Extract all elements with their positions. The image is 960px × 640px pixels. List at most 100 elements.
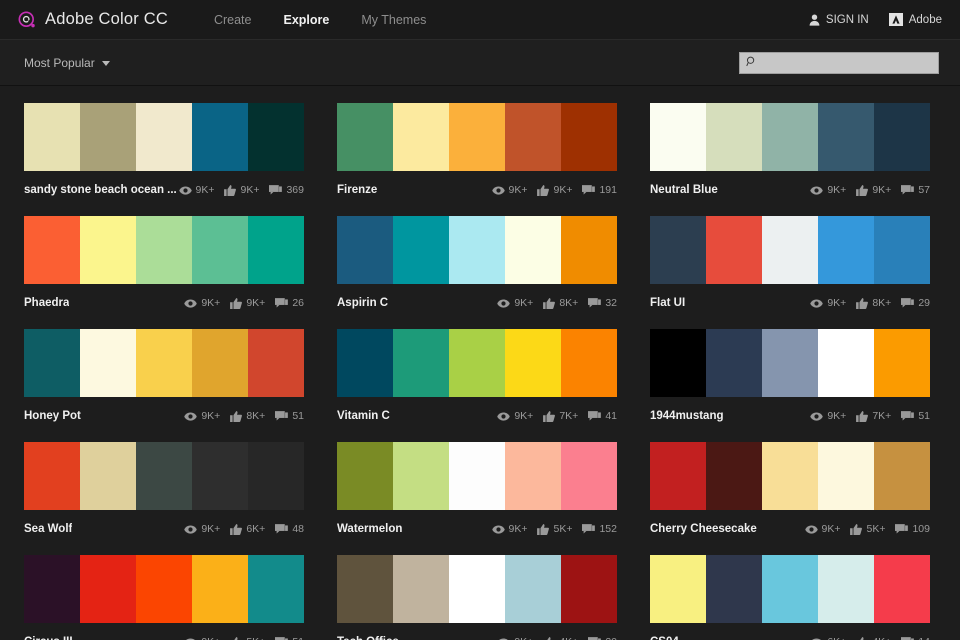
color-swatch[interactable] <box>248 442 304 510</box>
color-swatch[interactable] <box>818 442 874 510</box>
color-swatch[interactable] <box>818 103 874 171</box>
color-swatch[interactable] <box>24 555 80 623</box>
color-swatch[interactable] <box>80 103 136 171</box>
theme-swatches[interactable] <box>337 555 617 623</box>
color-swatch[interactable] <box>136 103 192 171</box>
color-swatch[interactable] <box>762 442 818 510</box>
theme-title[interactable]: 1944mustang <box>650 410 724 422</box>
color-swatch[interactable] <box>818 216 874 284</box>
color-swatch[interactable] <box>706 329 762 397</box>
theme-card[interactable]: 1944mustang9K+7K+51 <box>650 329 930 430</box>
color-swatch[interactable] <box>505 329 561 397</box>
color-swatch[interactable] <box>505 442 561 510</box>
color-swatch[interactable] <box>393 442 449 510</box>
theme-title[interactable]: Firenze <box>337 184 377 196</box>
theme-card[interactable]: sandy stone beach ocean ...9K+9K+369 <box>24 103 304 204</box>
theme-card[interactable]: Aspirin C9K+8K+32 <box>337 216 617 317</box>
color-swatch[interactable] <box>80 216 136 284</box>
color-swatch[interactable] <box>449 329 505 397</box>
color-swatch[interactable] <box>762 103 818 171</box>
color-swatch[interactable] <box>505 555 561 623</box>
theme-swatches[interactable] <box>337 103 617 171</box>
theme-card[interactable]: CS046K+4K+14 <box>650 555 930 640</box>
theme-swatches[interactable] <box>337 329 617 397</box>
color-swatch[interactable] <box>136 329 192 397</box>
theme-card[interactable]: Circus III9K+5K+51 <box>24 555 304 640</box>
color-swatch[interactable] <box>24 329 80 397</box>
theme-card[interactable]: Honey Pot9K+8K+51 <box>24 329 304 430</box>
theme-title[interactable]: CS04 <box>650 636 679 640</box>
color-swatch[interactable] <box>192 329 248 397</box>
color-swatch[interactable] <box>818 555 874 623</box>
color-swatch[interactable] <box>706 442 762 510</box>
theme-card[interactable]: Neutral Blue9K+9K+57 <box>650 103 930 204</box>
theme-card[interactable]: Phaedra9K+9K+26 <box>24 216 304 317</box>
theme-card[interactable]: Watermelon9K+5K+152 <box>337 442 617 543</box>
color-swatch[interactable] <box>650 329 706 397</box>
theme-swatches[interactable] <box>337 442 617 510</box>
color-swatch[interactable] <box>874 555 930 623</box>
color-swatch[interactable] <box>393 216 449 284</box>
color-swatch[interactable] <box>561 329 617 397</box>
color-swatch[interactable] <box>248 103 304 171</box>
color-swatch[interactable] <box>762 216 818 284</box>
theme-title[interactable]: Tech Office <box>337 636 399 640</box>
color-swatch[interactable] <box>561 103 617 171</box>
color-swatch[interactable] <box>80 329 136 397</box>
color-swatch[interactable] <box>706 103 762 171</box>
color-swatch[interactable] <box>136 216 192 284</box>
color-swatch[interactable] <box>248 555 304 623</box>
theme-card[interactable]: Flat UI9K+8K+29 <box>650 216 930 317</box>
theme-title[interactable]: Phaedra <box>24 297 69 309</box>
theme-title[interactable]: Neutral Blue <box>650 184 718 196</box>
color-swatch[interactable] <box>192 216 248 284</box>
sign-in-button[interactable]: SIGN IN <box>809 14 869 26</box>
color-swatch[interactable] <box>762 555 818 623</box>
color-swatch[interactable] <box>24 103 80 171</box>
color-swatch[interactable] <box>706 216 762 284</box>
theme-title[interactable]: Cherry Cheesecake <box>650 523 757 535</box>
color-swatch[interactable] <box>449 103 505 171</box>
color-swatch[interactable] <box>561 216 617 284</box>
search-box[interactable] <box>739 52 939 74</box>
color-swatch[interactable] <box>650 103 706 171</box>
adobe-link[interactable]: Adobe <box>889 13 942 26</box>
color-swatch[interactable] <box>818 329 874 397</box>
color-swatch[interactable] <box>80 442 136 510</box>
color-swatch[interactable] <box>561 442 617 510</box>
theme-card[interactable]: Tech Office9K+4K+20 <box>337 555 617 640</box>
color-swatch[interactable] <box>192 103 248 171</box>
color-swatch[interactable] <box>248 329 304 397</box>
theme-swatches[interactable] <box>650 555 930 623</box>
color-swatch[interactable] <box>874 103 930 171</box>
theme-swatches[interactable] <box>650 329 930 397</box>
color-swatch[interactable] <box>24 442 80 510</box>
color-swatch[interactable] <box>337 442 393 510</box>
color-swatch[interactable] <box>337 216 393 284</box>
theme-swatches[interactable] <box>24 329 304 397</box>
theme-swatches[interactable] <box>650 442 930 510</box>
color-swatch[interactable] <box>136 555 192 623</box>
theme-card[interactable]: Cherry Cheesecake9K+5K+109 <box>650 442 930 543</box>
color-swatch[interactable] <box>449 216 505 284</box>
theme-title[interactable]: Circus III <box>24 636 73 640</box>
color-swatch[interactable] <box>136 442 192 510</box>
theme-card[interactable]: Vitamin C9K+7K+41 <box>337 329 617 430</box>
theme-title[interactable]: Flat UI <box>650 297 685 309</box>
color-swatch[interactable] <box>650 216 706 284</box>
nav-item-create[interactable]: Create <box>214 13 252 27</box>
theme-card[interactable]: Sea Wolf9K+6K+48 <box>24 442 304 543</box>
color-swatch[interactable] <box>80 555 136 623</box>
color-swatch[interactable] <box>762 329 818 397</box>
color-swatch[interactable] <box>449 555 505 623</box>
theme-title[interactable]: Sea Wolf <box>24 523 72 535</box>
color-swatch[interactable] <box>393 103 449 171</box>
color-swatch[interactable] <box>192 555 248 623</box>
theme-swatches[interactable] <box>650 216 930 284</box>
color-swatch[interactable] <box>561 555 617 623</box>
theme-card[interactable]: Firenze9K+9K+191 <box>337 103 617 204</box>
theme-title[interactable]: Watermelon <box>337 523 402 535</box>
theme-title[interactable]: Honey Pot <box>24 410 81 422</box>
color-swatch[interactable] <box>706 555 762 623</box>
theme-swatches[interactable] <box>24 555 304 623</box>
